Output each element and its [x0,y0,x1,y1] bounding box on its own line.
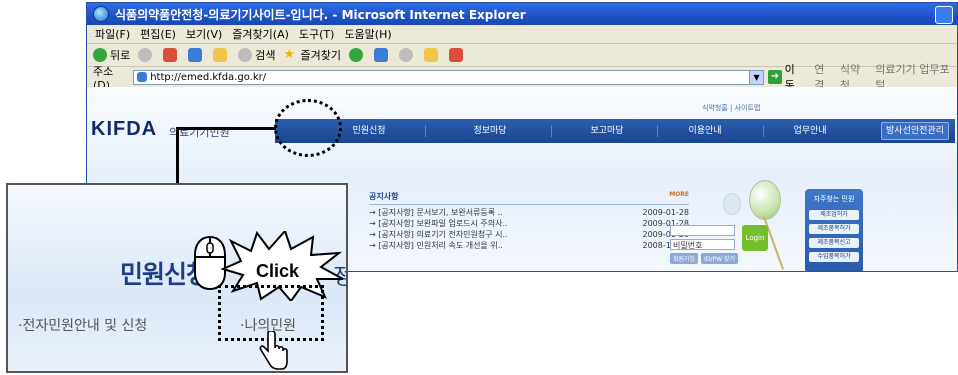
nav-divider [425,125,426,137]
quick-link[interactable]: 수입품목허가 [809,252,859,262]
search-icon [238,48,253,62]
menu-file[interactable]: 파일(F) [95,26,130,42]
address-input[interactable]: http://emed.kfda.go.kr/ ▼ [133,69,765,85]
edit-button[interactable] [423,48,441,62]
page-icon [137,72,148,82]
quick-link[interactable]: 제조품목신고 [809,238,859,248]
forward-icon [138,48,153,62]
back-label: 뒤로 [110,49,131,62]
nav-apply[interactable]: 민원신청 [335,119,403,143]
address-dropdown-icon[interactable]: ▼ [749,70,764,84]
address-bar: 주소(D) http://emed.kfda.go.kr/ ▼ ➜ 이동 연결 … [87,63,957,92]
edit-icon [423,48,438,62]
quick-links-title: 자주찾는 민원 [813,195,855,203]
quick-link[interactable]: 제조업허가 [809,210,859,220]
menu-bar: 파일(F) 편집(E) 보기(V) 즐겨찾기(A) 도구(T) 도움말(H) [87,25,957,44]
back-button[interactable]: 뒤로 [93,47,130,63]
back-icon [93,48,107,62]
menu-help[interactable]: 도움말(H) [344,26,391,42]
quick-links-panel: 자주찾는 민원 제조업허가 제조품목허가 제조품목신고 수입품목허가 [805,189,863,271]
nav-business[interactable]: 업무안내 [780,119,840,143]
password-field[interactable]: 비밀번호 [670,239,735,250]
login-links: 회원가입 ID/PW 찾기 [670,253,770,264]
home-button[interactable] [213,48,230,62]
nav-guide[interactable]: 이용안내 [675,119,735,143]
messenger-button[interactable] [448,48,466,62]
logo-text: KIFDA [91,118,158,140]
search-label: 검색 [255,49,276,62]
notice-row[interactable]: → [공지사항] 보완파일 업로드시 주의사.. 2009-01-28 [369,218,689,229]
media-icon [348,48,363,62]
callout-connector [176,127,276,185]
menu-favorites[interactable]: 즐겨찾기(A) [232,26,289,42]
notice-row[interactable]: → [공지사항] 민원처리 속도 개선을 위.. 2008-12-19 [369,240,689,251]
notice-row[interactable]: → [공지사항] 의료기기 전자민원청구 시.. 2009-01-28 [369,229,689,240]
notice-text: → [공지사항] 문서보기, 보완서류등록 .. [369,208,503,217]
menu-tools[interactable]: 도구(T) [299,26,335,42]
main-nav: 민원신청 정보마당 보고마당 이용안내 업무안내 방사선안전관리 [275,119,955,143]
user-id-field[interactable] [670,225,735,236]
quick-link[interactable]: 제조품목허가 [809,224,859,234]
nav-radiation[interactable]: 방사선안전관리 [881,122,949,140]
go-arrow-icon: ➜ [768,70,782,84]
nav-report[interactable]: 보고마당 [577,119,637,143]
star-icon: ★ [283,47,296,62]
notice-board: 공지사항 MORE → [공지사항] 문서보기, 보완서류등록 .. 2009-… [369,191,689,251]
site-logo[interactable]: KIFDA [91,118,157,141]
ie-icon [93,6,109,22]
hand-cursor-icon [259,331,288,370]
menu-view[interactable]: 보기(V) [186,26,222,42]
login-button[interactable]: Login [742,225,768,251]
notice-more-link[interactable]: MORE [669,191,689,202]
notice-row[interactable]: → [공지사항] 문서보기, 보완서류등록 .. 2009-01-28 [369,207,689,218]
notice-text: → [공지사항] 민원처리 속도 개선을 위.. [369,241,503,250]
forward-button[interactable] [138,48,155,62]
favorites-button[interactable]: ★ 즐겨찾기 [284,47,341,63]
home-icon [213,48,228,62]
nav-divider [551,125,552,137]
top-links[interactable]: 식약청홈 | 사이트맵 [702,103,760,113]
notice-date: 2009-01-28 [642,208,690,217]
stop-button[interactable] [163,48,180,62]
media-button[interactable] [348,48,366,62]
window-title: 식품의약품안전청-의료기기사이트-입니다. - Microsoft Intern… [115,7,526,22]
zoom-callout: 민원신청 정 Click ·전자민원안내 및 신청 ·나의민원 [6,183,348,373]
find-id-link[interactable]: ID/PW 찾기 [701,253,739,264]
print-icon [398,48,413,62]
refresh-button[interactable] [188,48,205,62]
nav-divider [657,125,658,137]
title-bar: 식품의약품안전청-의료기기사이트-입니다. - Microsoft Intern… [87,3,957,25]
click-label: Click [256,261,300,281]
zoom-submenu-apply[interactable]: ·전자민원안내 및 신청 [18,315,147,335]
menu-edit[interactable]: 편집(E) [140,26,176,42]
messenger-icon [448,48,463,62]
stop-icon [163,48,178,62]
nav-divider [763,125,764,137]
notice-text: → [공지사항] 보완파일 업로드시 주의사.. [369,219,508,228]
highlight-circle [274,99,342,157]
notice-header: 공지사항 MORE [369,191,689,205]
notice-title: 공지사항 [369,192,399,201]
minimize-button[interactable] [935,6,953,24]
search-button[interactable]: 검색 [238,47,276,63]
nav-info[interactable]: 정보마당 [460,119,520,143]
mail-icon [373,48,388,62]
refresh-icon [188,48,203,62]
print-button[interactable] [398,48,416,62]
balloon-small-icon [723,193,741,215]
signup-link[interactable]: 회원가입 [670,253,699,264]
login-box: 비밀번호 Login 회원가입 ID/PW 찾기 [670,225,770,264]
mail-button[interactable] [373,48,391,62]
notice-text: → [공지사항] 의료기기 전자민원청구 시.. [369,230,508,239]
address-value: http://emed.kfda.go.kr/ [150,71,267,83]
favorites-label: 즐겨찾기 [300,49,341,62]
